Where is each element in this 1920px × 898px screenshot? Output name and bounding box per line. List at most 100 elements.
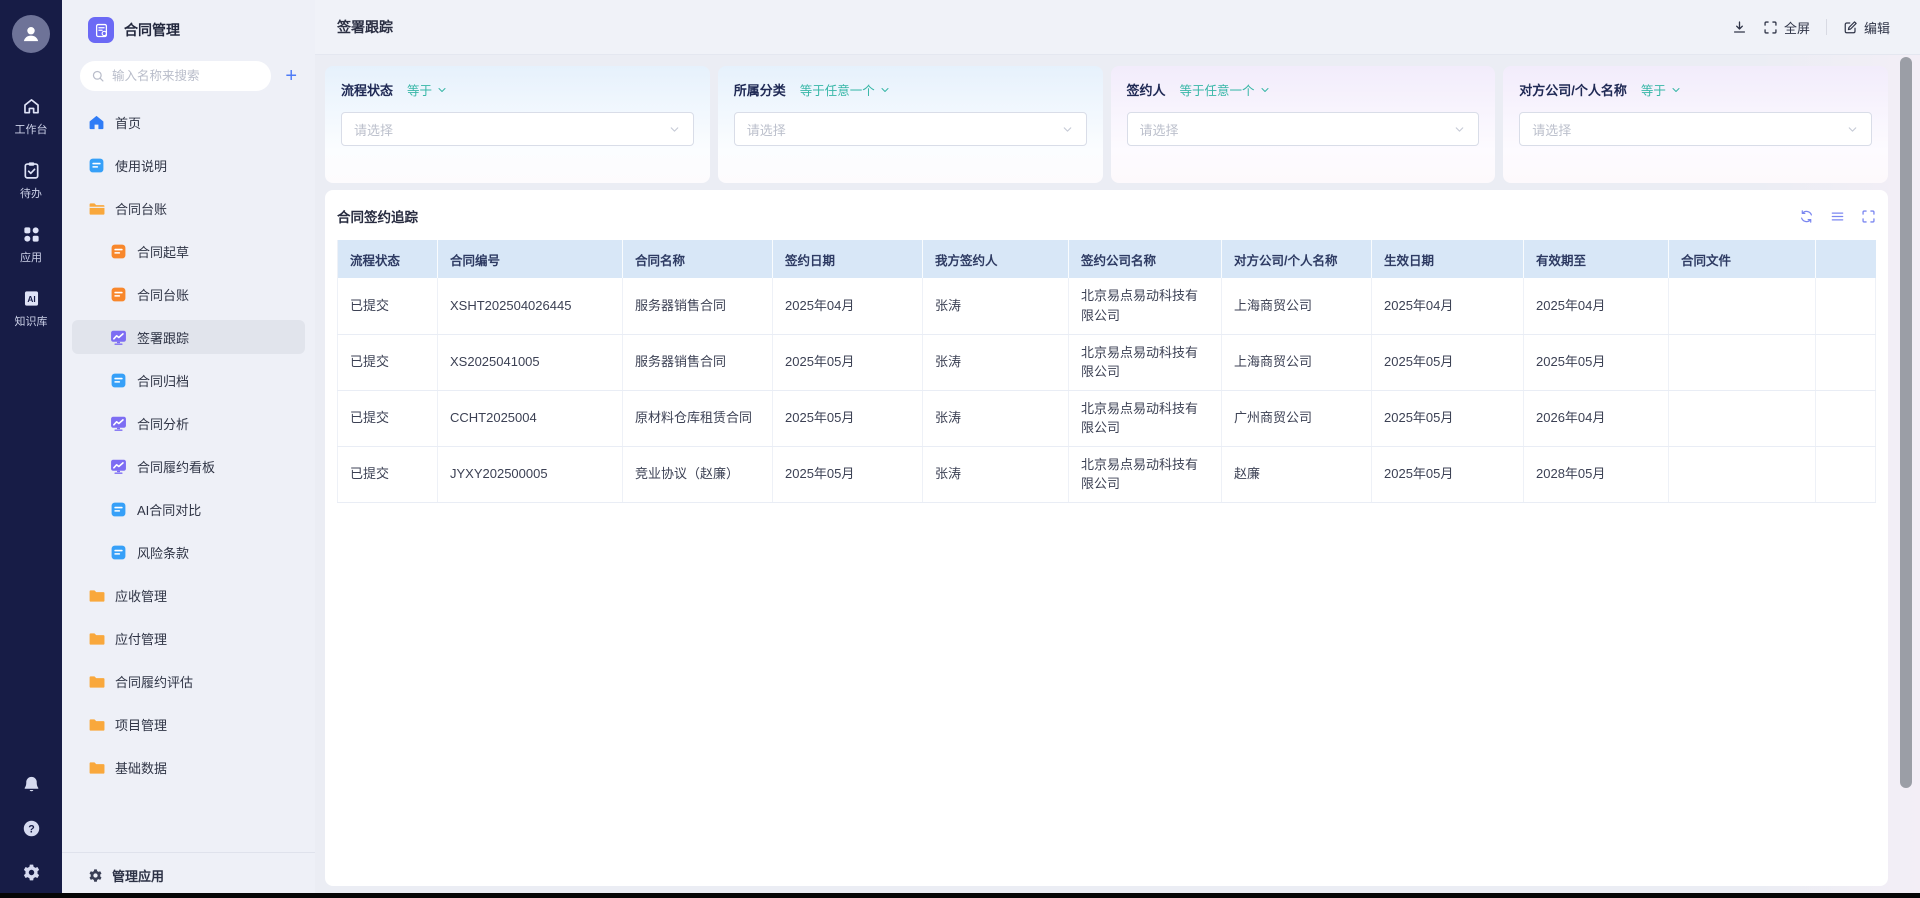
table-cell: 已提交 bbox=[338, 278, 438, 334]
filter-operator-dropdown[interactable]: 等于任意一个 bbox=[1180, 80, 1271, 99]
rail-bottom-nav bbox=[22, 775, 41, 882]
table-cell: 张涛 bbox=[923, 334, 1069, 390]
chevron-down-icon bbox=[1061, 123, 1074, 136]
table-row[interactable]: 已提交XS2025041005服务器销售合同2025年05月张涛北京易点易动科技… bbox=[338, 334, 1876, 390]
page-title: 签署跟踪 bbox=[337, 17, 393, 37]
select-placeholder: 请选择 bbox=[354, 120, 393, 139]
chevron-down-icon bbox=[436, 84, 448, 96]
sidebar-item[interactable]: 首页 bbox=[72, 105, 305, 139]
sidebar-item[interactable]: 签署跟踪 bbox=[72, 320, 305, 354]
sidebar-item[interactable]: 合同归档 bbox=[72, 363, 305, 397]
sidebar-item[interactable]: 合同台账 bbox=[72, 277, 305, 311]
filter-value-select[interactable]: 请选择 bbox=[1127, 112, 1480, 146]
sidebar-item-label: 项目管理 bbox=[115, 715, 167, 734]
chart-icon bbox=[110, 458, 127, 475]
list-settings-icon[interactable] bbox=[1830, 209, 1845, 224]
table-cell: 2025年04月 bbox=[1372, 278, 1524, 334]
download-button[interactable] bbox=[1732, 20, 1747, 35]
filter-value-select[interactable]: 请选择 bbox=[1519, 112, 1872, 146]
table-cell: 2025年05月 bbox=[1524, 334, 1669, 390]
chevron-down-icon bbox=[879, 84, 891, 96]
contract-table: 流程状态合同编号合同名称签约日期我方签约人签约公司名称对方公司/个人名称生效日期… bbox=[337, 240, 1876, 503]
table-row[interactable]: 已提交XSHT202504026445服务器销售合同2025年04月张涛北京易点… bbox=[338, 278, 1876, 334]
rail-question-button[interactable] bbox=[22, 819, 41, 838]
table-cell bbox=[1816, 334, 1876, 390]
rail-item-book-ai[interactable]: 知识库 bbox=[15, 289, 48, 329]
gear-icon bbox=[88, 868, 103, 883]
folder-icon bbox=[88, 716, 105, 733]
sidebar-item-label: 合同台账 bbox=[137, 285, 189, 304]
rail-item-label: 应用 bbox=[20, 249, 42, 265]
column-header: 有效期至 bbox=[1524, 240, 1669, 278]
bottom-edge bbox=[0, 893, 1920, 898]
contract-app-icon bbox=[88, 17, 114, 43]
app-title: 合同管理 bbox=[124, 20, 180, 40]
avatar[interactable] bbox=[12, 15, 50, 53]
sidebar-item[interactable]: 使用说明 bbox=[72, 148, 305, 182]
manage-app-button[interactable]: 管理应用 bbox=[62, 852, 315, 898]
sidebar-item[interactable]: 合同台账 bbox=[72, 191, 305, 225]
folder-icon bbox=[88, 759, 105, 776]
rail-item-clipboard[interactable]: 待办 bbox=[20, 161, 42, 201]
sidebar-item[interactable]: 合同起草 bbox=[72, 234, 305, 268]
filter-operator-dropdown[interactable]: 等于任意一个 bbox=[800, 80, 891, 99]
filter-value-select[interactable]: 请选择 bbox=[341, 112, 694, 146]
table-cell: 张涛 bbox=[923, 390, 1069, 446]
table-cell: 服务器销售合同 bbox=[623, 334, 773, 390]
filter-operator-dropdown[interactable]: 等于 bbox=[1641, 80, 1682, 99]
sidebar-item[interactable]: 合同履约看板 bbox=[72, 449, 305, 483]
sidebar-item[interactable]: 合同分析 bbox=[72, 406, 305, 440]
sidebar-item[interactable]: 应付管理 bbox=[72, 621, 305, 655]
table-cell: 2025年04月 bbox=[773, 278, 923, 334]
sidebar-item[interactable]: 合同履约评估 bbox=[72, 664, 305, 698]
fullscreen-button[interactable]: 全屏 bbox=[1763, 18, 1810, 37]
table-cell: 北京易点易动科技有限公司 bbox=[1069, 278, 1222, 334]
rail-icon bbox=[22, 289, 41, 308]
chart-icon bbox=[110, 329, 127, 346]
doc-icon bbox=[110, 286, 127, 303]
rail-item-home-o[interactable]: 工作台 bbox=[15, 97, 48, 137]
filter-operator-dropdown[interactable]: 等于 bbox=[407, 80, 448, 99]
sidebar-item-label: 基础数据 bbox=[115, 758, 167, 777]
edit-button[interactable]: 编辑 bbox=[1843, 18, 1890, 37]
filter-value-select[interactable]: 请选择 bbox=[734, 112, 1087, 146]
refresh-icon[interactable] bbox=[1799, 209, 1814, 224]
vertical-scrollbar[interactable] bbox=[1900, 57, 1912, 788]
edit-icon bbox=[1843, 20, 1858, 35]
rail-nav: 工作台 待办 应用 知识库 bbox=[15, 97, 48, 329]
table-row[interactable]: 已提交CCHT2025004原材料仓库租赁合同2025年05月张涛北京易点易动科… bbox=[338, 390, 1876, 446]
table-cell: 2025年05月 bbox=[773, 334, 923, 390]
rail-item-grid[interactable]: 应用 bbox=[20, 225, 42, 265]
table-cell bbox=[1669, 390, 1816, 446]
rail-bell-button[interactable] bbox=[22, 775, 41, 794]
sidebar-item[interactable]: 项目管理 bbox=[72, 707, 305, 741]
sidebar-item[interactable]: AI合同对比 bbox=[72, 492, 305, 526]
table-cell: XSHT202504026445 bbox=[438, 278, 623, 334]
chevron-down-icon bbox=[1846, 123, 1859, 136]
chevron-down-icon bbox=[1670, 84, 1682, 96]
filter-label: 流程状态 bbox=[341, 80, 393, 99]
sidebar-item[interactable]: 风险条款 bbox=[72, 535, 305, 569]
folder-icon bbox=[88, 587, 105, 604]
expand-icon[interactable] bbox=[1861, 209, 1876, 224]
chevron-down-icon bbox=[668, 123, 681, 136]
sidebar-item-label: 签署跟踪 bbox=[137, 328, 189, 347]
sidebar-item-label: 使用说明 bbox=[115, 156, 167, 175]
rail-gear-button[interactable] bbox=[22, 863, 41, 882]
table-row[interactable]: 已提交JYXY202500005竞业协议（赵廉）2025年05月张涛北京易点易动… bbox=[338, 446, 1876, 502]
table-cell: 已提交 bbox=[338, 334, 438, 390]
table-cell: 上海商贸公司 bbox=[1222, 334, 1372, 390]
table-cell: 北京易点易动科技有限公司 bbox=[1069, 390, 1222, 446]
doc-icon bbox=[110, 544, 127, 561]
question-icon bbox=[22, 819, 41, 838]
search-input[interactable] bbox=[80, 61, 271, 91]
sidebar-item-label: 合同履约看板 bbox=[137, 457, 215, 476]
sidebar-item-label: 合同归档 bbox=[137, 371, 189, 390]
sidebar-item[interactable]: 应收管理 bbox=[72, 578, 305, 612]
table-cell bbox=[1816, 278, 1876, 334]
column-header: 我方签约人 bbox=[923, 240, 1069, 278]
table-cell: 2025年05月 bbox=[1372, 390, 1524, 446]
doc-icon bbox=[110, 243, 127, 260]
sidebar-item[interactable]: 基础数据 bbox=[72, 750, 305, 784]
add-button[interactable]: + bbox=[281, 66, 301, 86]
